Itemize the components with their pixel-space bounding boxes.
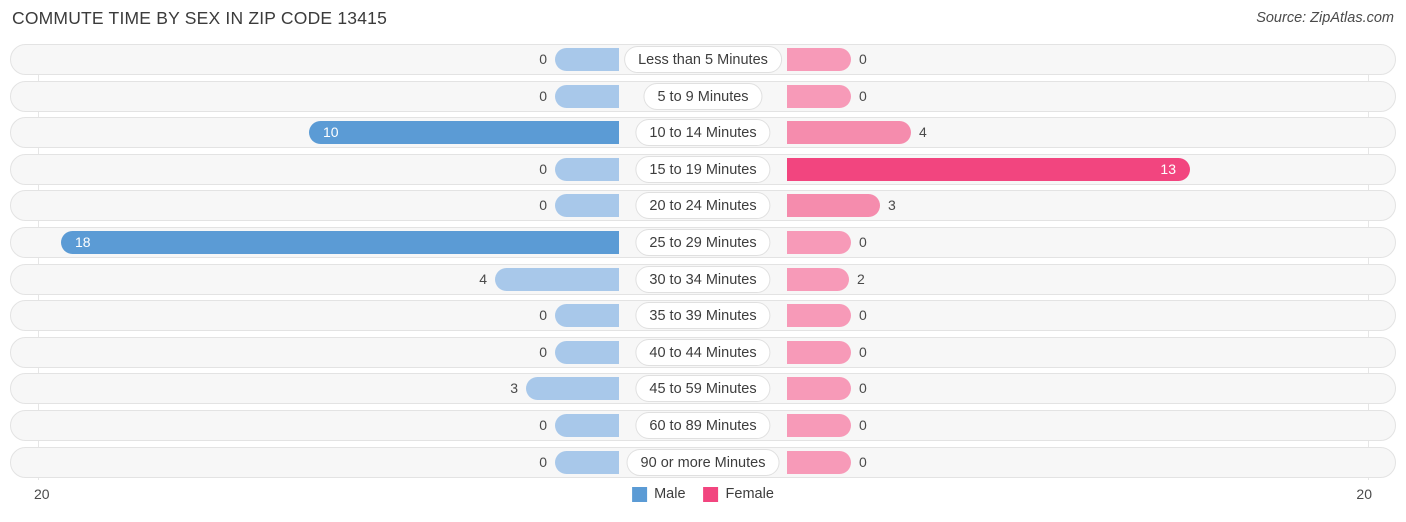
female-value-label: 0 bbox=[859, 87, 867, 104]
legend-label: Male bbox=[654, 486, 686, 502]
chart-legend: Male Female bbox=[632, 486, 774, 502]
female-value-label: 4 bbox=[919, 124, 927, 141]
male-value-label: 0 bbox=[539, 51, 547, 67]
chart-row: 0 13 15 to 19 Minutes bbox=[0, 153, 1406, 185]
bar-male bbox=[555, 48, 619, 71]
page-title: COMMUTE TIME BY SEX IN ZIP CODE 13415 bbox=[12, 8, 388, 28]
male-value-label: 0 bbox=[539, 307, 547, 324]
axis-label-left: 20 bbox=[34, 486, 50, 502]
bar-male bbox=[555, 194, 619, 218]
chart-footer: 20 20 Male Female bbox=[0, 480, 1406, 522]
female-value-label: 13 bbox=[1160, 160, 1176, 177]
bar-female bbox=[787, 48, 851, 71]
category-label: 90 or more Minutes bbox=[626, 448, 780, 476]
bar-male bbox=[555, 413, 619, 437]
bar-female bbox=[787, 84, 851, 108]
male-value-label: 3 bbox=[510, 380, 518, 397]
chart-row: 0 0 40 to 44 Minutes bbox=[0, 336, 1406, 368]
source-attribution: Source: ZipAtlas.com bbox=[1256, 10, 1394, 26]
category-label: 35 to 39 Minutes bbox=[635, 302, 771, 330]
category-label: 40 to 44 Minutes bbox=[635, 338, 771, 366]
male-value-label: 10 bbox=[323, 124, 339, 141]
chart-plot-area: 0 0 Less than 5 Minutes 0 0 5 to 9 Minutes 10 4… bbox=[0, 44, 1406, 480]
bar-male bbox=[555, 84, 619, 108]
category-label: 20 to 24 Minutes bbox=[635, 192, 771, 220]
bar-female bbox=[787, 194, 880, 218]
bar-female bbox=[787, 267, 849, 291]
bar-male bbox=[495, 267, 619, 291]
chart-row: 4 2 30 to 34 Minutes bbox=[0, 263, 1406, 295]
bar-female bbox=[787, 121, 911, 145]
category-label: 45 to 59 Minutes bbox=[635, 375, 771, 403]
male-value-label: 0 bbox=[539, 416, 547, 433]
female-value-label: 2 bbox=[857, 270, 865, 287]
bar-male bbox=[555, 340, 619, 364]
legend-label: Female bbox=[725, 486, 774, 502]
category-label: Less than 5 Minutes bbox=[624, 46, 782, 73]
legend-item[interactable]: Female bbox=[703, 486, 774, 502]
female-value-label: 0 bbox=[859, 416, 867, 433]
axis-label-right: 20 bbox=[1356, 486, 1372, 502]
female-value-label: 0 bbox=[859, 307, 867, 324]
male-value-label: 0 bbox=[539, 197, 547, 214]
bar-male bbox=[526, 377, 619, 401]
bar-male bbox=[555, 450, 619, 474]
bar-female bbox=[787, 450, 851, 474]
legend-swatch-icon bbox=[703, 486, 719, 502]
chart-row: 0 0 5 to 9 Minutes bbox=[0, 80, 1406, 112]
bar-female bbox=[787, 340, 851, 364]
bar-female bbox=[787, 230, 851, 254]
bar-female bbox=[787, 377, 851, 401]
chart-row: 0 0 60 to 89 Minutes bbox=[0, 409, 1406, 441]
legend-swatch-icon bbox=[632, 486, 648, 502]
bar-male bbox=[309, 121, 619, 145]
male-value-label: 0 bbox=[539, 87, 547, 104]
category-label: 10 to 14 Minutes bbox=[635, 119, 771, 147]
chart-row: 10 4 10 to 14 Minutes bbox=[0, 117, 1406, 149]
male-value-label: 0 bbox=[539, 343, 547, 360]
bar-female bbox=[787, 304, 851, 328]
chart-row: 0 3 20 to 24 Minutes bbox=[0, 190, 1406, 222]
male-value-label: 4 bbox=[479, 270, 487, 287]
female-value-label: 0 bbox=[859, 233, 867, 250]
female-value-label: 3 bbox=[888, 197, 896, 214]
male-value-label: 18 bbox=[75, 233, 91, 250]
category-label: 60 to 89 Minutes bbox=[635, 411, 771, 439]
male-value-label: 0 bbox=[539, 453, 547, 470]
bar-female bbox=[787, 413, 851, 437]
chart-row: 0 0 35 to 39 Minutes bbox=[0, 300, 1406, 332]
male-value-label: 0 bbox=[539, 160, 547, 177]
category-label: 5 to 9 Minutes bbox=[643, 82, 763, 110]
chart-row: 3 0 45 to 59 Minutes bbox=[0, 373, 1406, 405]
female-value-label: 0 bbox=[859, 51, 867, 67]
chart-row: 0 0 90 or more Minutes bbox=[0, 446, 1406, 478]
legend-item[interactable]: Male bbox=[632, 486, 686, 502]
category-label: 25 to 29 Minutes bbox=[635, 228, 771, 256]
chart-header: COMMUTE TIME BY SEX IN ZIP CODE 13415 So… bbox=[0, 0, 1406, 40]
chart-row: 18 0 25 to 29 Minutes bbox=[0, 226, 1406, 258]
chart-rows: 0 0 Less than 5 Minutes 0 0 5 to 9 Minutes 10 4… bbox=[0, 44, 1406, 483]
female-value-label: 0 bbox=[859, 453, 867, 470]
category-label: 15 to 19 Minutes bbox=[635, 155, 771, 183]
bar-male bbox=[61, 230, 619, 254]
female-value-label: 0 bbox=[859, 343, 867, 360]
bar-male bbox=[555, 304, 619, 328]
chart-row: 0 0 Less than 5 Minutes bbox=[0, 44, 1406, 75]
category-label: 30 to 34 Minutes bbox=[635, 265, 771, 293]
bar-male bbox=[555, 157, 619, 181]
female-value-label: 0 bbox=[859, 380, 867, 397]
